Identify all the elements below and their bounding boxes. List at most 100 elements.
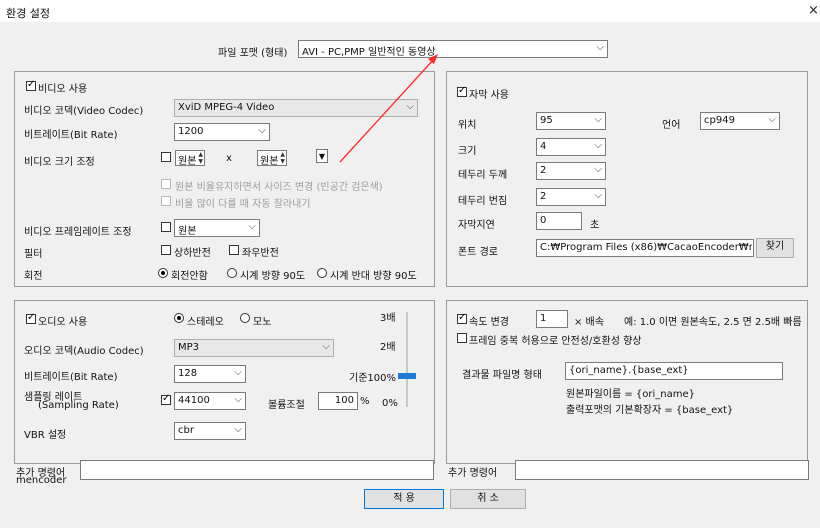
keep-ratio-checkbox[interactable] xyxy=(161,179,171,189)
volume-slider-thumb[interactable] xyxy=(398,372,416,379)
video-bitrate-select[interactable]: 1200 ⌵ xyxy=(174,123,270,141)
title-bar: 환경 설정 × xyxy=(0,0,820,22)
chevron-down-icon: ⌵ xyxy=(594,190,602,201)
vbr-select[interactable]: cbr ⌵ xyxy=(174,422,246,440)
subtitle-position-select[interactable]: 95 ⌵ xyxy=(536,112,606,130)
apply-button[interactable]: 적 용 xyxy=(364,489,444,509)
scale-zero-label: 0% xyxy=(382,398,398,409)
stereo-radio[interactable] xyxy=(174,313,184,323)
font-path-label: 폰트 경로 xyxy=(458,247,498,258)
rotate-cw-radio[interactable] xyxy=(227,268,237,278)
format-label: 파일 포맷 (형태) xyxy=(218,48,288,59)
subtitle-lang-label: 언어 xyxy=(662,120,681,131)
chevron-down-icon: ⌵ xyxy=(596,42,604,53)
audio-codec-select[interactable]: MP3 ⌵ xyxy=(174,339,334,357)
window-title: 환경 설정 xyxy=(6,7,50,20)
extra-cmd-input[interactable] xyxy=(80,460,434,480)
extra-cmd2-input[interactable] xyxy=(515,460,809,480)
chevron-down-icon: ⌵ xyxy=(594,164,602,175)
rotate-ccw-radio[interactable] xyxy=(317,268,327,278)
scale-2x-label: 2배 xyxy=(380,342,396,353)
border-width-select[interactable]: 2 ⌵ xyxy=(536,162,606,180)
subtitle-delay-input[interactable]: 0 xyxy=(536,212,582,230)
chevron-down-icon: ⌵ xyxy=(768,114,776,125)
sampling-value: 44100 xyxy=(178,395,210,406)
subtitle-enable-label: 자막 사용 xyxy=(469,90,509,101)
rotate-label: 회전 xyxy=(24,271,43,282)
rotate-none-radio[interactable] xyxy=(158,268,168,278)
video-width-value: 원본 xyxy=(178,156,197,167)
video-size-checkbox[interactable] xyxy=(161,152,171,162)
spinner-arrows-icon: ▲ ▼ xyxy=(198,151,203,165)
auto-crop-checkbox[interactable] xyxy=(161,196,171,206)
vbr-value: cbr xyxy=(178,425,194,436)
video-bitrate-label: 비트레이트(Bit Rate) xyxy=(24,130,118,141)
stereo-label: 스테레오 xyxy=(187,317,224,328)
output-name-input[interactable]: {ori_name}.{base_ext} xyxy=(565,362,783,380)
hint-base-ext: 출력포맷의 기본확장자 = {base_ext} xyxy=(566,405,734,416)
sampling-select[interactable]: 44100 ⌵ xyxy=(174,392,246,410)
audio-enable-checkbox[interactable] xyxy=(26,312,36,324)
chevron-down-icon: ⌵ xyxy=(594,114,602,125)
volume-slider-track[interactable] xyxy=(406,312,408,407)
chevron-down-icon: ⌵ xyxy=(594,140,602,151)
chevron-down-icon: ⌵ xyxy=(234,367,242,378)
dialog-content: 파일 포맷 (형태) AVI - PC,PMP 일반적인 동영상 ⌵ 비디오 사… xyxy=(0,22,820,528)
subtitle-lang-select[interactable]: cp949 ⌵ xyxy=(700,112,780,130)
framerate-select[interactable]: 원본 ⌵ xyxy=(174,219,260,237)
sampling-sub-label: (Sampling Rate) xyxy=(38,400,119,411)
speed-value: 1 xyxy=(540,313,547,324)
output-name-label: 결과물 파일명 형태 xyxy=(462,370,542,381)
flip-vertical-checkbox[interactable] xyxy=(161,245,171,255)
output-name-value: {ori_name}.{base_ext} xyxy=(569,365,689,376)
border-blur-value: 2 xyxy=(540,191,547,202)
flip-horizontal-checkbox[interactable] xyxy=(229,245,239,255)
settings-window: 환경 설정 × 파일 포맷 (형태) AVI - PC,PMP 일반적인 동영상… xyxy=(0,0,820,528)
speed-enable-checkbox[interactable] xyxy=(457,312,467,324)
times-label: x xyxy=(226,153,232,164)
audio-bitrate-value: 128 xyxy=(178,368,198,379)
subtitle-enable-checkbox[interactable] xyxy=(457,85,467,97)
audio-codec-label: 오디오 코덱(Audio Codec) xyxy=(24,346,144,357)
video-height-spinner[interactable]: 원본 ▲ ▼ xyxy=(257,150,287,167)
framerate-checkbox[interactable] xyxy=(161,222,171,232)
chevron-down-icon: ⌵ xyxy=(234,424,242,435)
keep-ratio-label: 원본 비율유지하면서 사이즈 변경 (빈공간 검은색) xyxy=(175,182,383,193)
font-path-input[interactable]: C:₩Program Files (x86)₩CacaoEncoder₩m xyxy=(536,239,754,257)
volume-value: 100 xyxy=(334,395,354,406)
size-dropdown-button[interactable]: ▼ xyxy=(316,149,328,163)
speed-input[interactable]: 1 xyxy=(536,310,568,328)
rotate-cw-label: 시계 방향 90도 xyxy=(240,271,306,282)
rotate-none-label: 회전안함 xyxy=(171,271,208,282)
audio-bitrate-label: 비트레이트(Bit Rate) xyxy=(24,372,118,383)
framerate-label: 비디오 프레임레이트 조정 xyxy=(24,227,132,238)
video-codec-label: 비디오 코덱(Video Codec) xyxy=(24,106,144,117)
video-bitrate-value: 1200 xyxy=(178,126,204,137)
video-codec-value: XviD MPEG-4 Video xyxy=(178,102,275,113)
video-enable-checkbox[interactable] xyxy=(26,79,36,91)
mono-radio[interactable] xyxy=(240,313,250,323)
rotate-ccw-label: 시계 반대 방향 90도 xyxy=(330,271,417,282)
flip-horizontal-label: 좌우반전 xyxy=(242,248,279,259)
border-width-value: 2 xyxy=(540,165,547,176)
hint-ori-name: 원본파일이름 = {ori_name} xyxy=(566,389,696,400)
browse-button[interactable]: 찾기 xyxy=(756,238,794,258)
close-icon[interactable]: × xyxy=(808,3,819,18)
volume-input[interactable]: 100 xyxy=(318,392,358,410)
subtitle-delay-unit: 초 xyxy=(590,220,600,231)
frame-dup-checkbox[interactable] xyxy=(457,333,467,343)
video-width-spinner[interactable]: 원본 ▲ ▼ xyxy=(175,150,205,167)
audio-bitrate-select[interactable]: 128 ⌵ xyxy=(174,365,246,383)
subtitle-size-select[interactable]: 4 ⌵ xyxy=(536,138,606,156)
filter-label: 필터 xyxy=(24,249,43,260)
frame-dup-label: 프레임 중복 허용으로 안전성/호환성 향상 xyxy=(469,336,642,347)
chevron-down-icon: ⌵ xyxy=(322,341,330,352)
sampling-checkbox[interactable] xyxy=(161,393,171,405)
auto-crop-label: 비율 많이 다를 때 자동 잘라내기 xyxy=(175,199,311,210)
cancel-button[interactable]: 취 소 xyxy=(450,489,526,509)
subtitle-size-label: 크기 xyxy=(458,146,477,157)
chevron-down-icon: ⌵ xyxy=(248,221,256,232)
border-blur-select[interactable]: 2 ⌵ xyxy=(536,188,606,206)
extra-cmd2-label: 추가 명령어 xyxy=(448,468,498,479)
subtitle-position-label: 위치 xyxy=(458,120,477,131)
